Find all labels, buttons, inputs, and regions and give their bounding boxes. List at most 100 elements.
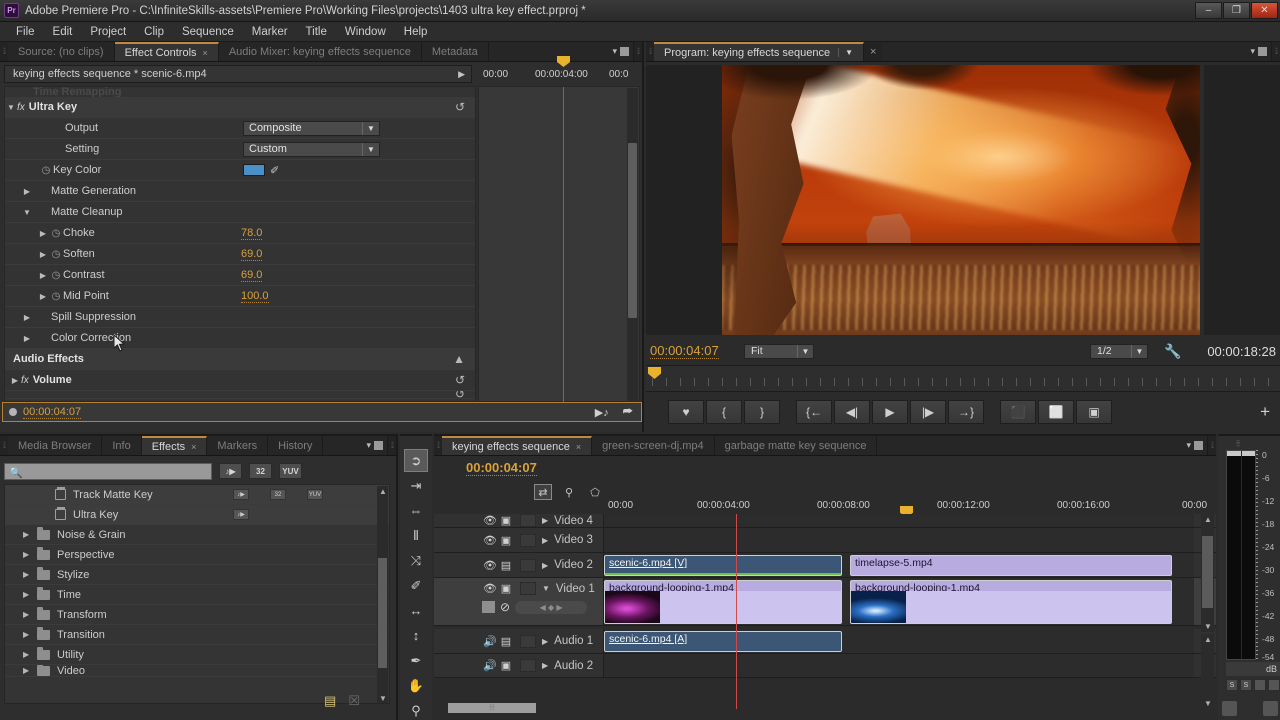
disclosure-triangle-icon[interactable]: ▶ <box>21 313 33 322</box>
step-back-button[interactable]: ◀| <box>834 400 870 424</box>
close-icon[interactable]: × <box>576 442 581 452</box>
track-lane[interactable]: background-looping-1.mp4 background-loop… <box>604 578 1194 625</box>
timeline-timecode[interactable]: 00:00:04:07 <box>466 460 537 476</box>
list-item[interactable]: ▶ Video <box>5 665 389 677</box>
lock-toggle[interactable] <box>520 635 536 648</box>
playback-resolution-dropdown[interactable]: 1/2 ▼ <box>1090 344 1148 359</box>
tab-info[interactable]: Info <box>102 436 141 455</box>
panel-menu-icon[interactable] <box>1258 47 1267 56</box>
timeline-clip[interactable]: scenic-6.mp4 [V] <box>604 555 842 576</box>
property-group-color-correction[interactable]: ▶ Color Correction <box>5 328 475 349</box>
disclosure-triangle-icon[interactable]: ▶ <box>542 536 548 545</box>
solo-button-right[interactable]: S <box>1240 679 1252 691</box>
track-header[interactable]: 👁 ▤ ▶ Video 2 <box>434 553 604 577</box>
ripple-edit-tool[interactable]: ⇔ <box>404 499 428 522</box>
property-group-matte-generation[interactable]: ▶ Matte Generation <box>5 181 475 202</box>
rolling-edit-tool[interactable]: ⦀ <box>404 524 428 547</box>
sync-lock-icon[interactable]: ▤ <box>498 635 514 648</box>
track-header[interactable]: 👁 ▣ ▶ Video 3 <box>434 528 604 552</box>
timeline-clip[interactable]: timelapse-5.mp4 <box>850 555 1172 576</box>
tab-close-area[interactable]: × <box>864 42 882 61</box>
snap-toggle[interactable]: ⇄ <box>534 484 552 500</box>
accelerated-filter-button[interactable]: ♪▶ <box>219 463 242 479</box>
track-header[interactable]: 🔊 ▣ ▶ Audio 2 <box>434 654 604 677</box>
tab-program-monitor[interactable]: Program: keying effects sequence ▼ <box>654 42 864 61</box>
tab-markers[interactable]: Markers <box>207 436 268 455</box>
playhead-handle-icon[interactable] <box>557 56 570 67</box>
export-frame-button[interactable]: ▣ <box>1076 400 1112 424</box>
panel-grip-icon[interactable]: ⦙⦙⦙⦙ <box>1236 439 1239 449</box>
close-icon[interactable]: × <box>203 48 208 58</box>
disclosure-triangle-icon[interactable]: ▶ <box>23 630 37 639</box>
program-monitor-time-ruler[interactable] <box>646 365 1280 391</box>
sync-lock-icon[interactable]: ▣ <box>498 659 514 672</box>
solo-button-left[interactable]: S <box>1226 679 1238 691</box>
new-bin-icon[interactable]: ▤ <box>324 693 336 709</box>
play-stop-button[interactable]: ▶ <box>872 400 908 424</box>
menu-item-project[interactable]: Project <box>81 24 135 40</box>
effect-controls-vscrollbar[interactable] <box>627 88 638 402</box>
chevron-down-icon[interactable]: ▾ <box>1186 440 1191 451</box>
scroll-up-icon[interactable]: ▲ <box>1204 635 1212 644</box>
scroll-down-icon[interactable]: ▼ <box>1204 622 1212 631</box>
track-video-4[interactable]: 👁 ▣ ▶ Video 4 <box>434 514 1216 528</box>
lock-toggle[interactable] <box>520 559 536 572</box>
tab-media-browser[interactable]: Media Browser <box>8 436 102 455</box>
panel-menu-icon[interactable] <box>620 47 629 56</box>
menu-item-clip[interactable]: Clip <box>135 24 173 40</box>
meter-option-button-1[interactable] <box>1254 679 1266 691</box>
stopwatch-icon[interactable]: ◷ <box>49 291 63 302</box>
disclosure-triangle-icon[interactable]: ▼ <box>542 584 550 593</box>
track-video-2[interactable]: 👁 ▤ ▶ Video 2 scenic-6.mp4 [V] timelapse… <box>434 553 1216 578</box>
program-timecode[interactable]: 00:00:04:07 <box>650 343 719 359</box>
tab-source[interactable]: Source: (no clips) <box>8 42 115 61</box>
output-dropdown[interactable]: Composite ▼ <box>243 121 380 136</box>
disclosure-triangle-icon[interactable]: ▶ <box>23 570 37 579</box>
menu-item-edit[interactable]: Edit <box>44 24 82 40</box>
disclosure-triangle-icon[interactable]: ▶ <box>37 229 49 238</box>
keyframe-nav-strip[interactable]: ◀ ◆ ▶ <box>515 601 587 614</box>
delete-icon[interactable]: ☒ <box>348 693 360 709</box>
eyedropper-icon[interactable]: ✐ <box>270 164 279 177</box>
step-forward-button[interactable]: |▶ <box>910 400 946 424</box>
effects-tree-list[interactable]: Track Matte Key ♪▶ 32 YUV Ultra Key ♪▶ ▶… <box>4 484 390 704</box>
eye-icon[interactable]: 👁 <box>482 534 498 547</box>
disclosure-triangle-icon[interactable]: ▶ <box>37 292 49 301</box>
scroll-thumb[interactable] <box>1202 536 1213 608</box>
property-group-matte-cleanup[interactable]: ▼ Matte Cleanup <box>5 202 475 223</box>
effect-controls-timecode[interactable]: 00:00:04:07 <box>23 406 81 419</box>
tab-keying-effects-sequence[interactable]: keying effects sequence × <box>442 436 592 455</box>
scroll-thumb[interactable] <box>378 558 387 668</box>
scroll-thumb[interactable]: ⦙⦙⦙ <box>448 703 536 713</box>
effect-controls-timeline[interactable]: 00:00 00:00:04:00 00:0 <box>478 86 640 402</box>
sync-lock-icon[interactable]: ▣ <box>498 582 514 595</box>
tab-effects[interactable]: Effects × <box>142 436 208 455</box>
close-button[interactable]: ✕ <box>1251 2 1278 19</box>
razor-tool[interactable]: ✐ <box>404 574 428 597</box>
mid-point-value[interactable]: 100.0 <box>241 290 269 303</box>
track-display-style-icon[interactable] <box>482 601 495 613</box>
panel-grip-right-icon[interactable]: ⦙⦙ <box>634 42 642 61</box>
track-header[interactable]: 👁 ▣ ▶ Video 4 <box>434 514 604 527</box>
sync-lock-icon[interactable]: ▤ <box>498 559 514 572</box>
play-audio-icon[interactable]: ▶♪ <box>595 406 609 419</box>
chevron-down-icon[interactable]: ▼ <box>362 143 379 156</box>
soften-value[interactable]: 69.0 <box>241 248 262 261</box>
reset-icon[interactable]: ↺ <box>455 100 465 114</box>
button-editor-plus-icon[interactable]: + <box>1260 402 1270 422</box>
hand-tool[interactable]: ✋ <box>404 674 428 697</box>
track-video-3[interactable]: 👁 ▣ ▶ Video 3 <box>434 528 1216 553</box>
panel-grip-icon[interactable]: ⦙⦙ <box>0 42 8 61</box>
list-item[interactable]: ▶ Transform <box>5 605 389 625</box>
chevron-down-icon[interactable]: ▾ <box>366 440 371 451</box>
choke-value[interactable]: 78.0 <box>241 227 262 240</box>
disclosure-triangle-icon[interactable]: ▶ <box>37 250 49 259</box>
track-select-tool[interactable]: ⇥ <box>404 474 428 497</box>
chevron-right-icon[interactable]: ▶ <box>458 69 465 80</box>
list-item[interactable]: ▶ Time <box>5 585 389 605</box>
audio-effects-header[interactable]: Audio Effects ▲ <box>5 349 475 370</box>
effects-list-scrollbar[interactable]: ▲ ▼ <box>377 486 388 704</box>
disclosure-triangle-icon[interactable]: ▶ <box>542 516 548 525</box>
contrast-value[interactable]: 69.0 <box>241 269 262 282</box>
disclosure-triangle-icon[interactable]: ▶ <box>37 271 49 280</box>
